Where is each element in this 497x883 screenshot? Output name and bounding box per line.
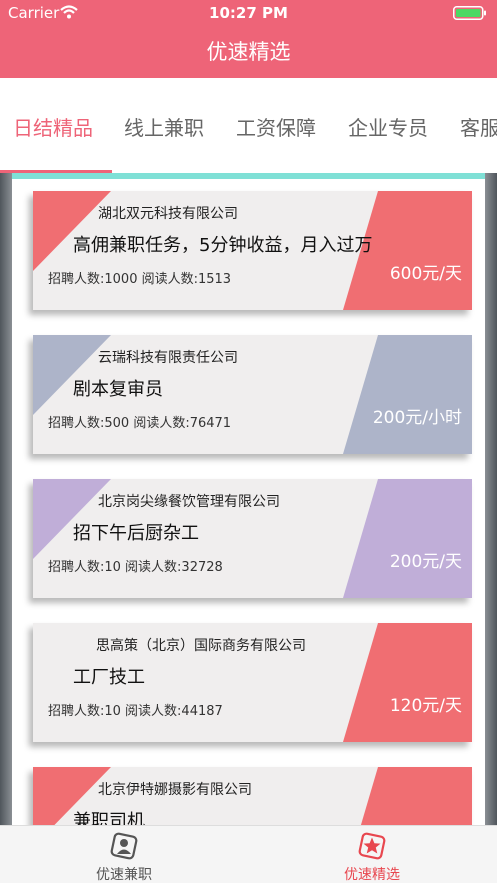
job-card[interactable]: 湖北双元科技有限公司 高佣兼职任务，5分钟收益，月入过万 招聘人数:1000 阅… bbox=[33, 191, 472, 310]
company-name: 北京岗尖缘餐饮管理有限公司 bbox=[98, 494, 280, 510]
job-title: 工厂技工 bbox=[73, 667, 145, 688]
job-salary: 200元/小时 bbox=[372, 408, 462, 428]
battery-icon bbox=[453, 6, 486, 20]
tabbar-item-parttime[interactable]: 优速兼职 bbox=[64, 826, 184, 883]
company-name: 湖北双元科技有限公司 bbox=[98, 206, 238, 222]
job-card[interactable]: 北京岗尖缘餐饮管理有限公司 招下午后厨杂工 招聘人数:10 阅读人数:32728… bbox=[33, 479, 472, 598]
job-title: 剧本复审员 bbox=[73, 379, 163, 400]
tab-daily-pay[interactable]: 日结精品 bbox=[13, 112, 93, 141]
tab-online-parttime[interactable]: 线上兼职 bbox=[124, 112, 204, 141]
company-name: 云瑞科技有限责任公司 bbox=[98, 350, 238, 366]
job-title: 兼职司机 bbox=[73, 811, 145, 825]
status-time: 10:27 PM bbox=[209, 4, 288, 22]
job-counts: 招聘人数:500 阅读人数:76471 bbox=[48, 416, 232, 431]
job-counts: 招聘人数:1000 阅读人数:1513 bbox=[48, 272, 232, 287]
tab-salary-guarantee[interactable]: 工资保障 bbox=[236, 112, 316, 141]
tab-enterprise[interactable]: 企业专员 bbox=[348, 112, 428, 141]
tabbar-label: 优速精选 bbox=[344, 867, 400, 883]
job-card[interactable]: 思高策（北京）国际商务有限公司 工厂技工 招聘人数:10 阅读人数:44187 … bbox=[33, 623, 472, 742]
company-name: 北京伊特娜摄影有限公司 bbox=[98, 782, 252, 798]
job-title: 招下午后厨杂工 bbox=[73, 523, 199, 544]
job-list: 湖北双元科技有限公司 高佣兼职任务，5分钟收益，月入过万 招聘人数:1000 阅… bbox=[0, 173, 497, 825]
tabbar-label: 优速兼职 bbox=[96, 867, 152, 883]
person-icon bbox=[110, 832, 138, 860]
list-top-divider bbox=[12, 173, 485, 179]
tab-customer-service[interactable]: 客服 bbox=[460, 112, 497, 141]
job-salary: 600元/天 bbox=[389, 264, 462, 284]
job-card[interactable]: 北京伊特娜摄影有限公司 兼职司机 bbox=[33, 767, 472, 825]
nav-bar: 优速精选 bbox=[0, 26, 497, 78]
job-salary: 120元/天 bbox=[389, 696, 462, 716]
category-tabs: 日结精品 线上兼职 工资保障 企业专员 客服 bbox=[0, 78, 497, 173]
company-name: 思高策（北京）国际商务有限公司 bbox=[96, 638, 306, 654]
status-bar: Carrier 10:27 PM bbox=[0, 0, 497, 26]
job-title: 高佣兼职任务，5分钟收益，月入过万 bbox=[73, 235, 373, 256]
bottom-tab-bar: 优速兼职 优速精选 bbox=[0, 825, 497, 883]
job-card[interactable]: 云瑞科技有限责任公司 剧本复审员 招聘人数:500 阅读人数:76471 200… bbox=[33, 335, 472, 454]
job-counts: 招聘人数:10 阅读人数:32728 bbox=[48, 560, 223, 575]
page-title: 优速精选 bbox=[206, 40, 291, 64]
star-icon bbox=[358, 832, 386, 860]
job-salary: 200元/天 bbox=[389, 552, 462, 572]
job-counts: 招聘人数:10 阅读人数:44187 bbox=[48, 704, 223, 719]
tabbar-item-featured[interactable]: 优速精选 bbox=[312, 826, 432, 883]
